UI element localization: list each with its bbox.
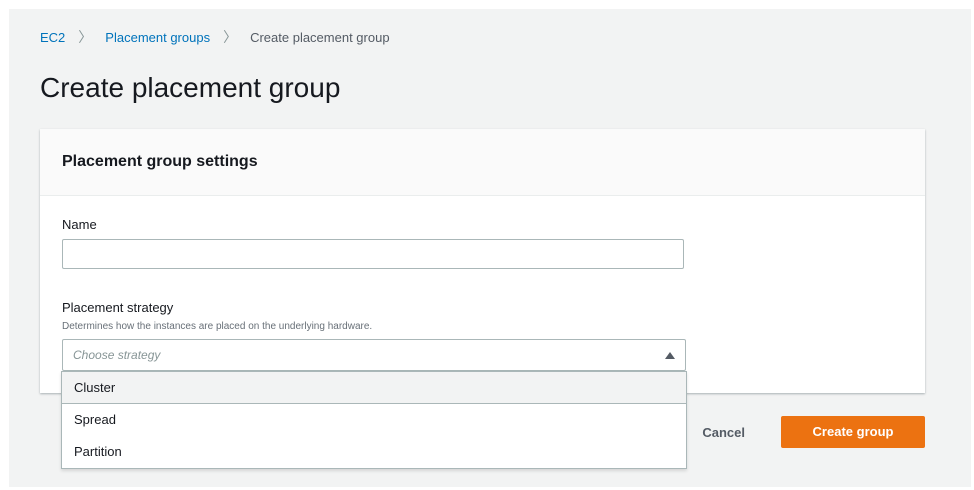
strategy-placeholder: Choose strategy bbox=[73, 348, 161, 362]
caret-up-icon bbox=[665, 351, 675, 359]
create-group-button[interactable]: Create group bbox=[781, 416, 925, 448]
breadcrumb-current: Create placement group bbox=[250, 29, 390, 45]
settings-panel: Placement group settings Name Placement … bbox=[40, 129, 925, 393]
cancel-button[interactable]: Cancel bbox=[702, 425, 745, 440]
panel-header: Placement group settings bbox=[40, 129, 925, 196]
strategy-description: Determines how the instances are placed … bbox=[62, 321, 373, 332]
chevron-right-icon: 〉 bbox=[223, 29, 238, 45]
strategy-dropdown: Cluster Spread Partition bbox=[61, 371, 687, 469]
option-partition[interactable]: Partition bbox=[62, 436, 686, 468]
breadcrumb-ec2[interactable]: EC2 bbox=[40, 30, 65, 45]
form-actions: Cancel Create group bbox=[702, 416, 925, 448]
option-spread[interactable]: Spread bbox=[62, 404, 686, 436]
chevron-right-icon: 〉 bbox=[78, 29, 93, 45]
strategy-select[interactable]: Choose strategy bbox=[62, 339, 686, 371]
page-title: Create placement group bbox=[40, 72, 341, 103]
option-cluster[interactable]: Cluster bbox=[62, 372, 686, 404]
name-input[interactable] bbox=[62, 239, 684, 269]
strategy-label: Placement strategy bbox=[62, 300, 174, 315]
breadcrumb-placement-groups[interactable]: Placement groups bbox=[105, 30, 210, 45]
breadcrumb: EC2 〉 Placement groups 〉 Create placemen… bbox=[40, 27, 390, 47]
name-label: Name bbox=[62, 217, 97, 232]
